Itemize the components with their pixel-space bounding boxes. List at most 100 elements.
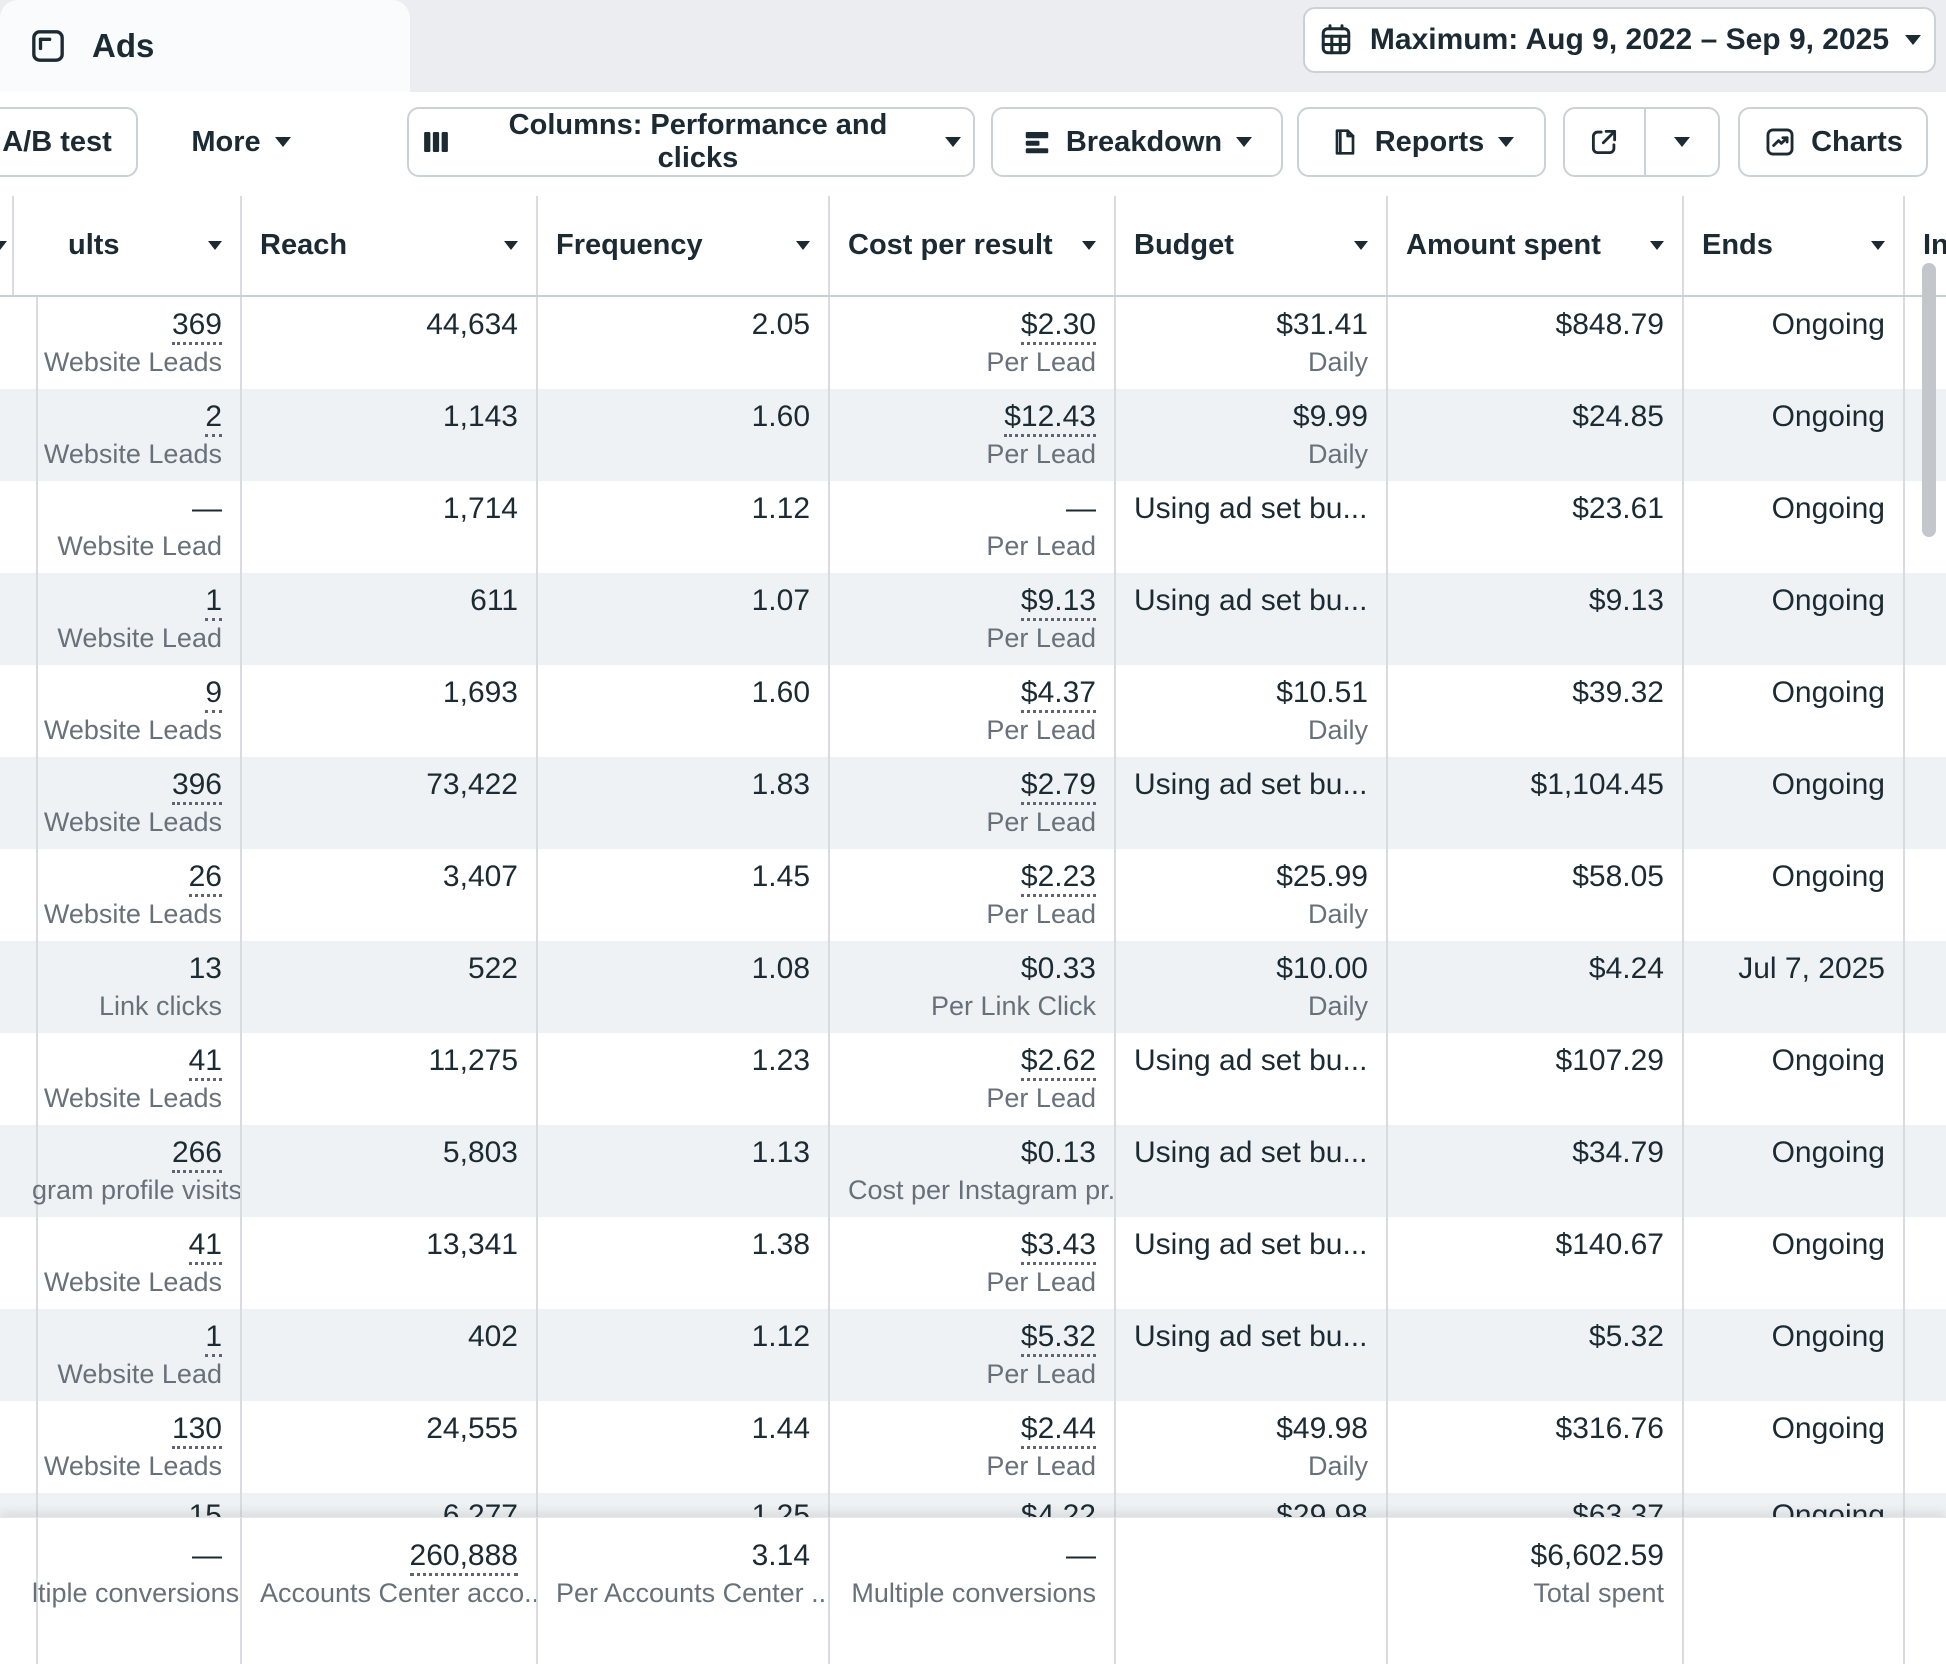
cost-label: Per Lead (848, 347, 1096, 377)
cost-value[interactable]: $2.23 (1021, 860, 1096, 897)
table-row[interactable]: — Website Lead 1,714 1.12 — Per Lead Usi… (0, 481, 1946, 573)
calendar-icon (1318, 22, 1354, 58)
results-value[interactable]: — (192, 492, 222, 525)
results-value[interactable]: 1 (205, 1320, 222, 1357)
budget-value: Using ad set bu... (1134, 1135, 1368, 1171)
table-row-clipped[interactable]: 15 6,277 1.25 $4.22 $29.98 $63.37 Ongoin… (0, 1493, 1946, 1517)
amount-spent-value: $63.37 (1406, 1498, 1664, 1517)
table-row[interactable]: 41 Website Leads 13,341 1.38 $3.43 Per L… (0, 1217, 1946, 1309)
table-row[interactable]: 369 Website Leads 44,634 2.05 $2.30 Per … (0, 297, 1946, 389)
reach-total-value[interactable]: 260,888 (410, 1539, 518, 1576)
cell-amount-spent: $107.29 (1388, 1033, 1684, 1125)
cost-value[interactable]: $2.30 (1021, 308, 1096, 345)
table-header-row: ults Reach Frequency Cost per result Bud… (0, 196, 1946, 297)
cell-amount-spent: $316.76 (1388, 1401, 1684, 1493)
results-value[interactable]: 41 (189, 1044, 222, 1081)
cost-value[interactable]: $3.43 (1021, 1228, 1096, 1265)
results-value[interactable]: 266 (172, 1136, 222, 1173)
column-header-cost-per-result[interactable]: Cost per result (830, 196, 1116, 295)
vertical-scrollbar[interactable] (1922, 263, 1936, 537)
tab-strip: Ads Maximum: Aug 9, 2022 – Sep 9, 2025 (0, 0, 1946, 92)
charts-button[interactable]: Charts (1738, 107, 1928, 177)
budget-value: $9.99 (1134, 399, 1368, 435)
ab-test-button[interactable]: A/B test (0, 107, 138, 177)
results-value[interactable]: 26 (189, 860, 222, 897)
export-options-button[interactable] (1644, 109, 1718, 175)
results-value[interactable]: 130 (172, 1412, 222, 1449)
cost-value[interactable]: $5.32 (1021, 1320, 1096, 1357)
columns-button[interactable]: Columns: Performance and clicks (407, 107, 975, 177)
results-value[interactable]: 13 (189, 952, 222, 985)
budget-label: Daily (1134, 991, 1368, 1021)
table-row[interactable]: 396 Website Leads 73,422 1.83 $2.79 Per … (0, 757, 1946, 849)
cost-value: $4.22 (848, 1498, 1096, 1517)
more-button[interactable]: More (170, 107, 312, 177)
results-value[interactable]: 2 (205, 400, 222, 437)
cell-results: 41 Website Leads (14, 1033, 242, 1125)
cell-cost-per-result: $4.22 (830, 1493, 1116, 1517)
results-label: Website Leads (32, 439, 222, 469)
results-value[interactable]: 9 (205, 676, 222, 713)
cost-value[interactable]: $12.43 (1004, 400, 1096, 437)
table-row[interactable]: 41 Website Leads 11,275 1.23 $2.62 Per L… (0, 1033, 1946, 1125)
export-button[interactable] (1565, 109, 1644, 175)
cost-value[interactable]: $2.62 (1021, 1044, 1096, 1081)
cost-value[interactable]: $4.37 (1021, 676, 1096, 713)
table-row[interactable]: 26 Website Leads 3,407 1.45 $2.23 Per Le… (0, 849, 1946, 941)
frequency-value: 1.12 (556, 1319, 810, 1355)
cell-impressions (1905, 1217, 1946, 1309)
column-header-results[interactable]: ults (14, 196, 242, 295)
table-row[interactable]: 266 gram profile visits 5,803 1.13 $0.13… (0, 1125, 1946, 1217)
results-value[interactable]: 1 (205, 584, 222, 621)
cell-cost-per-result: $2.79 Per Lead (830, 757, 1116, 849)
column-header-amount-spent[interactable]: Amount spent (1388, 196, 1684, 295)
budget-value: $29.98 (1134, 1498, 1368, 1517)
ends-value: Ongoing (1702, 583, 1885, 619)
cell-ends: Ongoing (1684, 849, 1905, 941)
column-header-ends[interactable]: Ends (1684, 196, 1905, 295)
results-value[interactable]: 369 (172, 308, 222, 345)
cell-cost-total: — Multiple conversions (830, 1518, 1116, 1664)
sort-caret-icon (1082, 241, 1096, 250)
cost-value[interactable]: $2.79 (1021, 768, 1096, 805)
column-header-clipped[interactable] (0, 196, 14, 295)
results-total-value: — (32, 1538, 222, 1574)
reach-value: 6,277 (260, 1498, 518, 1517)
table-row[interactable]: 1 Website Lead 611 1.07 $9.13 Per Lead U… (0, 573, 1946, 665)
table-row[interactable]: 9 Website Leads 1,693 1.60 $4.37 Per Lea… (0, 665, 1946, 757)
breakdown-button[interactable]: Breakdown (991, 107, 1283, 177)
results-value[interactable]: 41 (189, 1228, 222, 1265)
cell-frequency: 1.60 (538, 665, 830, 757)
table-row[interactable]: 1 Website Lead 402 1.12 $5.32 Per Lead U… (0, 1309, 1946, 1401)
cost-value[interactable]: $0.33 (1021, 952, 1096, 985)
table-row[interactable]: 2 Website Leads 1,143 1.60 $12.43 Per Le… (0, 389, 1946, 481)
date-range-button[interactable]: Maximum: Aug 9, 2022 – Sep 9, 2025 (1303, 7, 1936, 73)
column-header-budget[interactable]: Budget (1116, 196, 1388, 295)
ends-value: Ongoing (1702, 1319, 1885, 1355)
cell-ends: Ongoing (1684, 1217, 1905, 1309)
tab-ads[interactable]: Ads (0, 0, 410, 92)
reports-button[interactable]: Reports (1297, 107, 1546, 177)
frequency-value: 2.05 (556, 307, 810, 343)
cell-cost-per-result: $2.30 Per Lead (830, 297, 1116, 389)
results-value[interactable]: 396 (172, 768, 222, 805)
amount-spent-value: $34.79 (1406, 1135, 1664, 1171)
cost-label: Per Lead (848, 439, 1096, 469)
table-row[interactable]: 13 Link clicks 522 1.08 $0.33 Per Link C… (0, 941, 1946, 1033)
clipped-row-container: 15 6,277 1.25 $4.22 $29.98 $63.37 Ongoin… (0, 1493, 1946, 1517)
cell-amount-spent: $24.85 (1388, 389, 1684, 481)
cost-value[interactable]: $9.13 (1021, 584, 1096, 621)
budget-label: Daily (1134, 347, 1368, 377)
amount-total-label: Total spent (1406, 1578, 1664, 1608)
table-row[interactable]: 130 Website Leads 24,555 1.44 $2.44 Per … (0, 1401, 1946, 1493)
cost-value[interactable]: — (1066, 492, 1096, 525)
cell-reach: 402 (242, 1309, 538, 1401)
ends-value: Ongoing (1702, 859, 1885, 895)
column-header-frequency[interactable]: Frequency (538, 196, 830, 295)
column-header-reach[interactable]: Reach (242, 196, 538, 295)
cost-value[interactable]: $0.13 (1021, 1136, 1096, 1169)
cell-ends: Ongoing (1684, 1493, 1905, 1517)
export-split-button (1563, 107, 1720, 177)
cell-budget: $25.99 Daily (1116, 849, 1388, 941)
cost-value[interactable]: $2.44 (1021, 1412, 1096, 1449)
